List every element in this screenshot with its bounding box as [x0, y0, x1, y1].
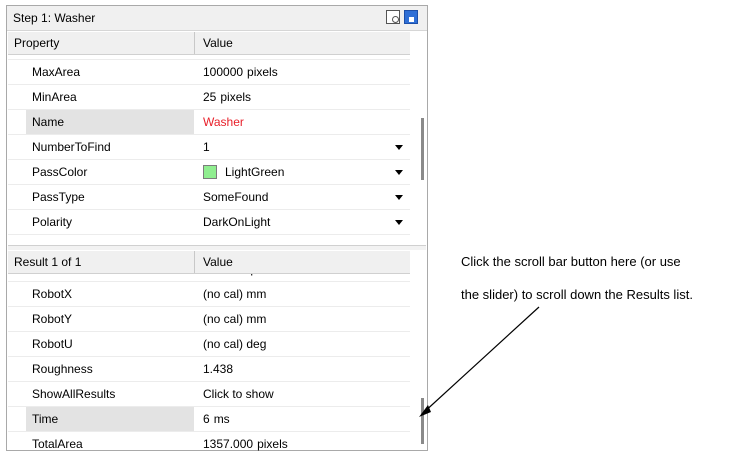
property-column-header: Property [14, 36, 60, 50]
value-column-header: Value [203, 36, 233, 50]
result-column-header: Result 1 of 1 [14, 255, 82, 269]
annotation-arrow [419, 306, 540, 417]
results-header: Result 1 of 1 Value [8, 251, 410, 274]
column-divider[interactable] [194, 32, 195, 54]
properties-header: Property Value [8, 32, 410, 55]
column-divider[interactable] [194, 251, 195, 273]
value-column-header: Value [203, 255, 233, 269]
